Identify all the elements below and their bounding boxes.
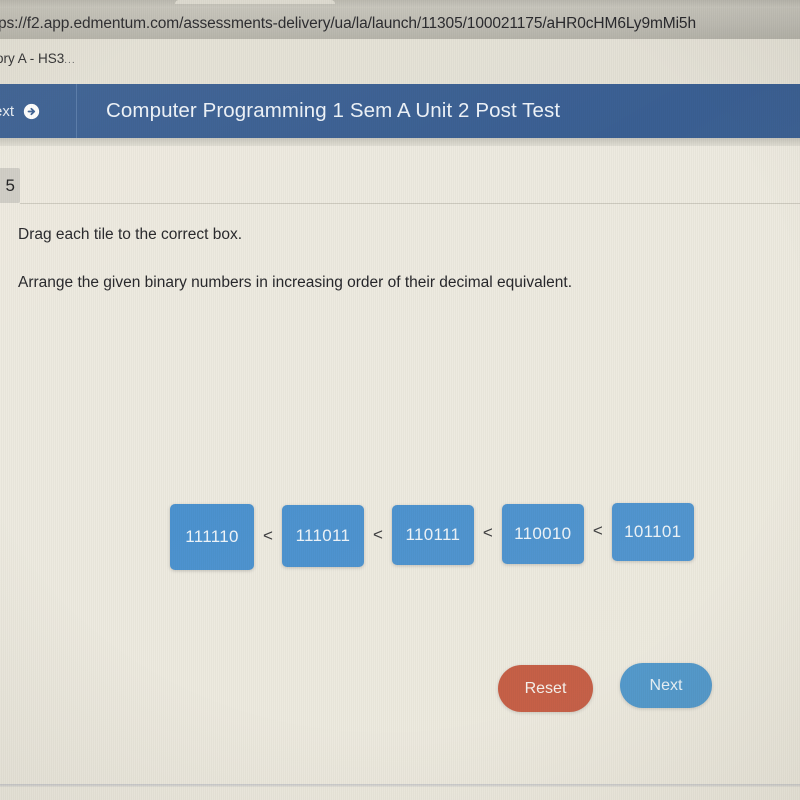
binary-tile[interactable]: 111011 xyxy=(281,505,364,567)
browser-address-bar[interactable]: ps://f2.app.edmentum.com/assessments-del… xyxy=(0,8,800,39)
assessment-header-bar: ext Computer Programming 1 Sem A Unit 2 … xyxy=(0,84,800,138)
arrow-right-circle-icon xyxy=(23,103,40,119)
less-than-separator: < xyxy=(592,521,603,540)
assessment-title: Computer Programming 1 Sem A Unit 2 Post… xyxy=(106,99,561,122)
action-button-row: Reset Next xyxy=(498,663,712,712)
bookmark-truncation-ellipsis: ... xyxy=(64,55,76,66)
instruction-arrange-binary: Arrange the given binary numbers in incr… xyxy=(18,274,572,291)
less-than-separator: < xyxy=(263,526,273,545)
binary-tile[interactable]: 110010 xyxy=(501,503,584,564)
url-text: ps://f2.app.edmentum.com/assessments-del… xyxy=(0,14,696,32)
header-next-nav-label: ext xyxy=(0,102,15,120)
less-than-separator: < xyxy=(372,525,383,544)
header-shadow-strip xyxy=(0,138,800,146)
next-button[interactable]: Next xyxy=(620,663,712,708)
binary-tile-sequence: 111110 < 111011 < 110111 < 110010 < 1011… xyxy=(170,500,694,570)
instruction-drag-tiles: Drag each tile to the correct box. xyxy=(18,226,243,243)
less-than-separator: < xyxy=(482,523,493,542)
screenshot-photo: ps://f2.app.edmentum.com/assessments-del… xyxy=(0,0,800,800)
question-divider-rule xyxy=(20,203,800,204)
bottom-edge-rule xyxy=(0,784,800,787)
browser-chrome-top xyxy=(0,0,800,8)
binary-tile[interactable]: 111110 xyxy=(170,504,254,570)
binary-tile[interactable]: 110111 xyxy=(391,505,474,565)
bookmark-label: ory A - HS3 xyxy=(0,51,65,66)
question-number: 5 xyxy=(5,175,15,195)
browser-bookmarks-bar: ory A - HS3... xyxy=(0,39,800,84)
reset-button[interactable]: Reset xyxy=(498,665,593,712)
browser-tab-stub[interactable] xyxy=(175,0,335,4)
binary-tile[interactable]: 101101 xyxy=(611,502,694,561)
header-next-nav-button[interactable]: ext xyxy=(0,84,77,138)
question-number-tab[interactable]: 5 xyxy=(0,168,20,203)
bookmark-item[interactable]: ory A - HS3... xyxy=(0,51,76,66)
